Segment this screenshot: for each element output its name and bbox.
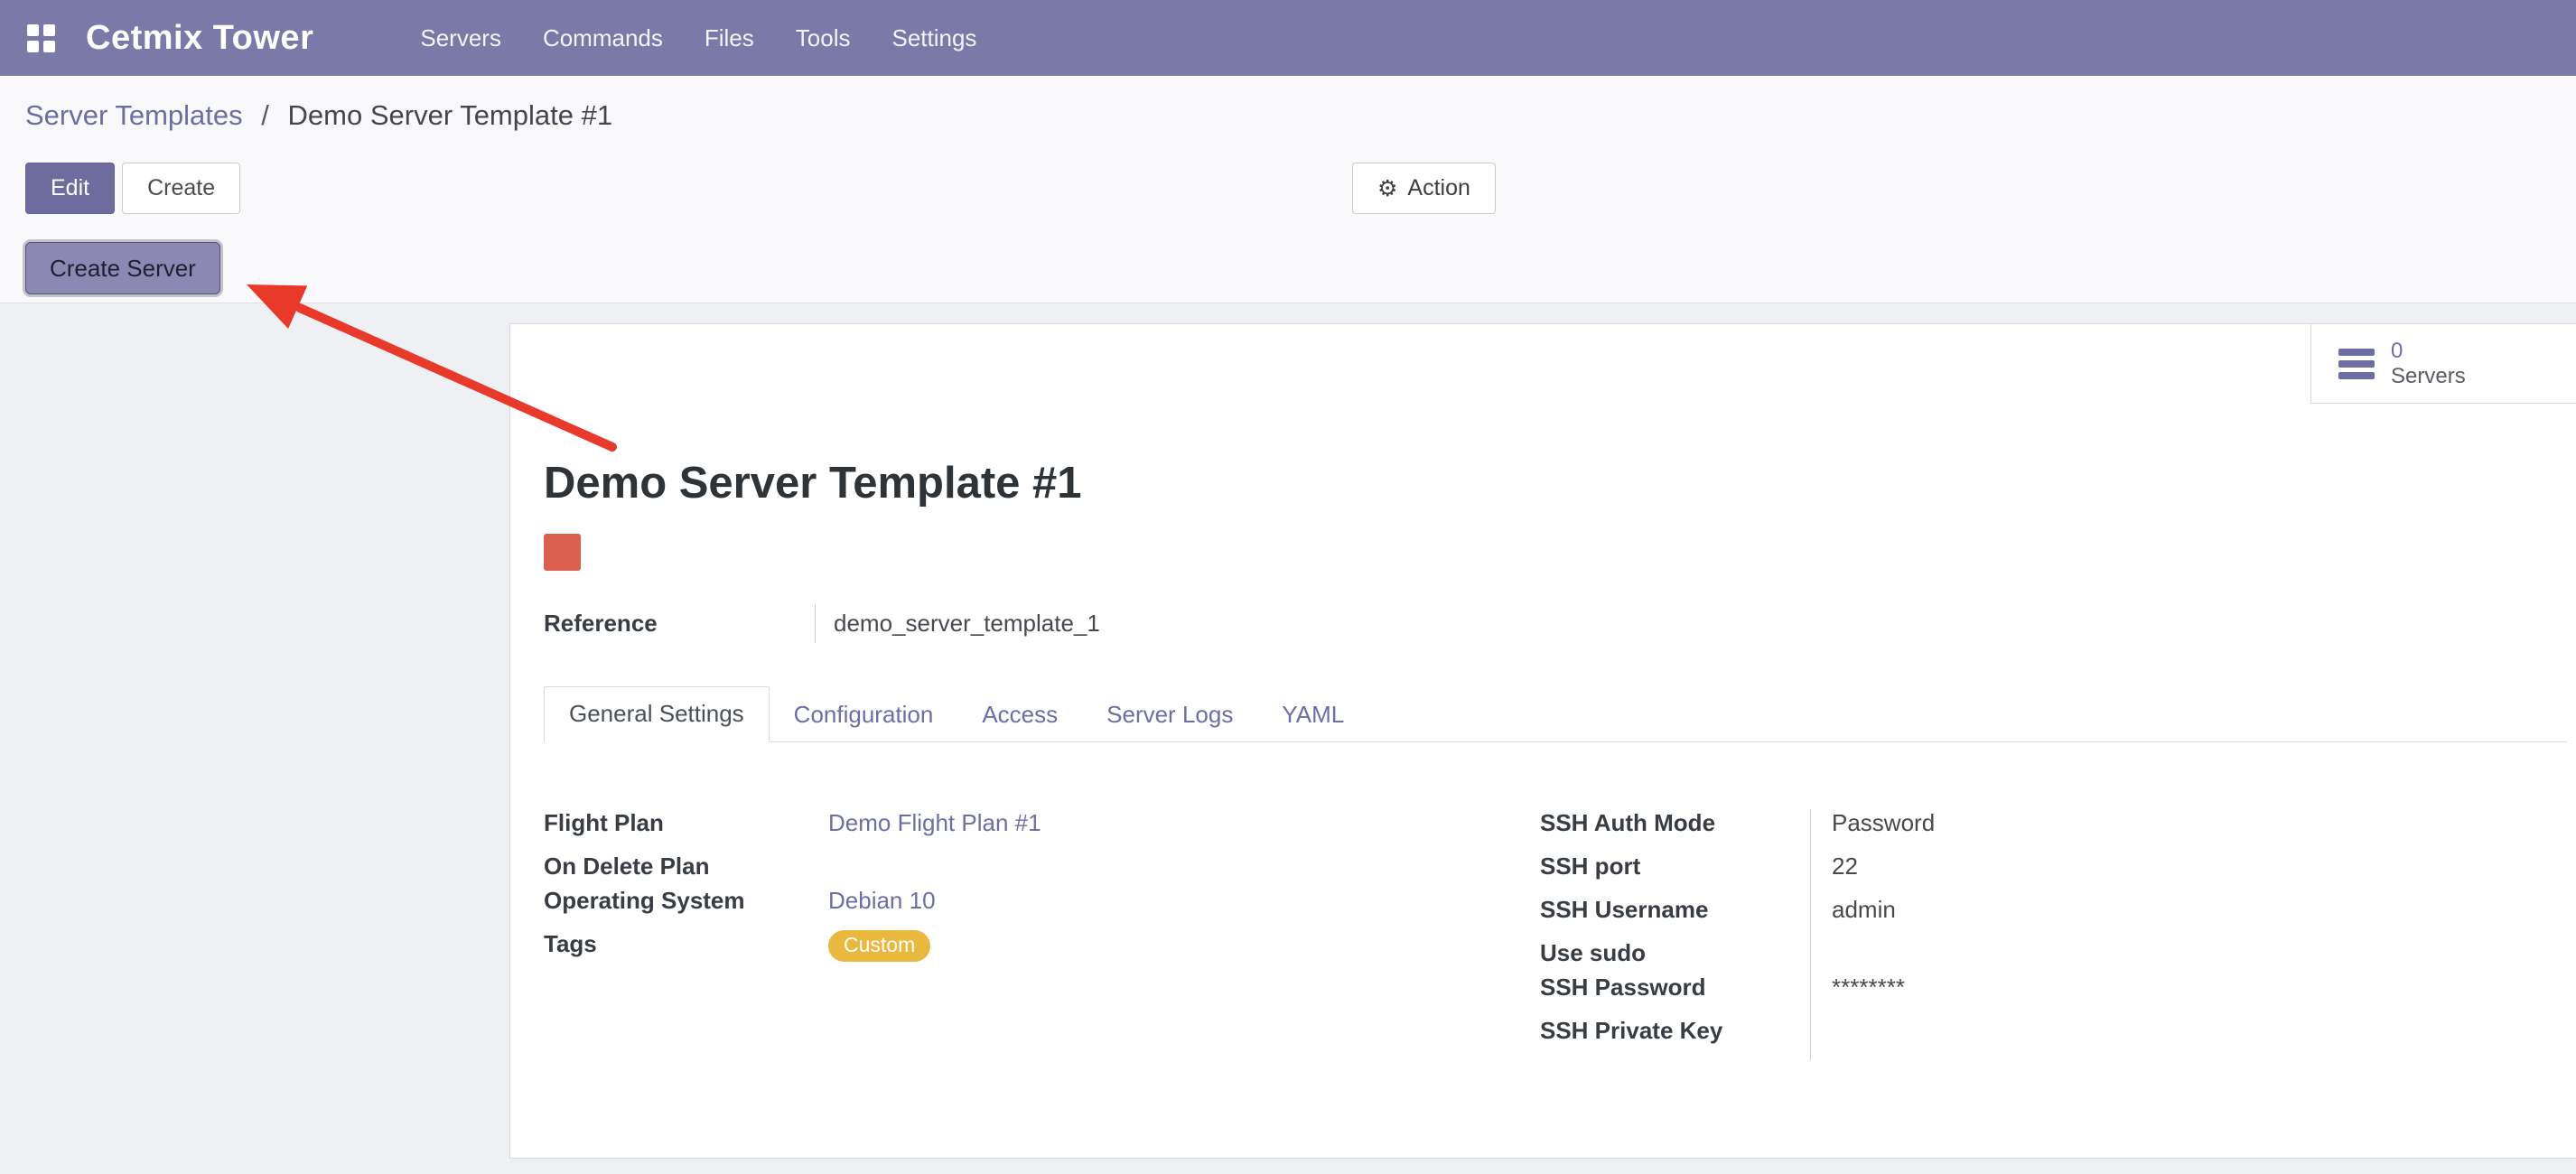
form-sheet: 0 Servers Demo Server Template #1 Refere… <box>509 323 2576 1159</box>
right-field-group: SSH Auth Mode Password SSH port 22 SSH U… <box>1540 809 2504 1060</box>
field-groups: Flight Plan Demo Flight Plan #1 On Delet… <box>544 809 2504 1060</box>
field-operating-system: Operating System Debian 10 <box>544 887 1540 930</box>
apps-grid-icon[interactable] <box>27 24 55 52</box>
create-button[interactable]: Create <box>122 163 240 214</box>
field-on-delete-plan: On Delete Plan <box>544 853 1540 887</box>
reference-value: demo_server_template_1 <box>815 604 1100 643</box>
field-ssh-port: SSH port 22 <box>1540 853 2504 896</box>
action-button[interactable]: ⚙ Action <box>1352 163 1496 214</box>
tab-general-settings[interactable]: General Settings <box>544 686 770 742</box>
field-flight-plan: Flight Plan Demo Flight Plan #1 <box>544 809 1540 853</box>
tab-yaml[interactable]: YAML <box>1257 688 1368 742</box>
menu-tools[interactable]: Tools <box>796 24 851 52</box>
tab-access[interactable]: Access <box>957 688 1082 742</box>
menu-settings[interactable]: Settings <box>891 24 976 52</box>
tab-server-logs[interactable]: Server Logs <box>1082 688 1257 742</box>
brand-title: Cetmix Tower <box>86 19 313 58</box>
menu-servers[interactable]: Servers <box>420 24 501 52</box>
breadcrumb: Server Templates / Demo Server Template … <box>25 99 612 132</box>
servers-count: 0 <box>2391 339 2466 364</box>
reference-field: Reference demo_server_template_1 <box>544 604 1100 643</box>
servers-stat-icon <box>2338 349 2375 379</box>
left-field-group: Flight Plan Demo Flight Plan #1 On Delet… <box>544 809 1540 1060</box>
field-tags: Tags Custom <box>544 930 1540 974</box>
edit-button[interactable]: Edit <box>25 163 115 214</box>
tag-badge-custom: Custom <box>828 930 930 962</box>
flight-plan-link[interactable]: Demo Flight Plan #1 <box>828 809 1041 837</box>
breadcrumb-separator: / <box>261 99 269 131</box>
create-server-button[interactable]: Create Server <box>25 242 220 294</box>
field-ssh-username: SSH Username admin <box>1540 896 2504 939</box>
field-ssh-auth-mode: SSH Auth Mode Password <box>1540 809 2504 853</box>
operating-system-link[interactable]: Debian 10 <box>828 887 936 915</box>
record-title: Demo Server Template #1 <box>544 458 1082 508</box>
reference-label: Reference <box>544 610 815 638</box>
servers-count-label: Servers <box>2391 364 2466 389</box>
form-toolbar: Edit Create <box>25 163 240 214</box>
top-navbar: Cetmix Tower Servers Commands Files Tool… <box>0 0 2576 76</box>
breadcrumb-current: Demo Server Template #1 <box>288 99 613 131</box>
menu-commands[interactable]: Commands <box>543 24 663 52</box>
color-swatch[interactable] <box>544 534 581 571</box>
field-ssh-password: SSH Password ******** <box>1540 974 2504 1017</box>
main-menu: Servers Commands Files Tools Settings <box>420 24 976 52</box>
menu-files[interactable]: Files <box>705 24 754 52</box>
page: { "navbar": { "brand": "Cetmix Tower", "… <box>0 0 2576 1174</box>
field-ssh-private-key: SSH Private Key <box>1540 1017 2504 1060</box>
field-use-sudo: Use sudo <box>1540 939 2504 974</box>
servers-stat-button[interactable]: 0 Servers <box>2310 324 2576 404</box>
breadcrumb-parent-link[interactable]: Server Templates <box>25 99 243 131</box>
notebook-tabs: General Settings Configuration Access Se… <box>544 685 2567 742</box>
gear-icon: ⚙ <box>1377 175 1397 202</box>
tab-configuration[interactable]: Configuration <box>770 688 958 742</box>
action-button-label: Action <box>1407 175 1470 201</box>
